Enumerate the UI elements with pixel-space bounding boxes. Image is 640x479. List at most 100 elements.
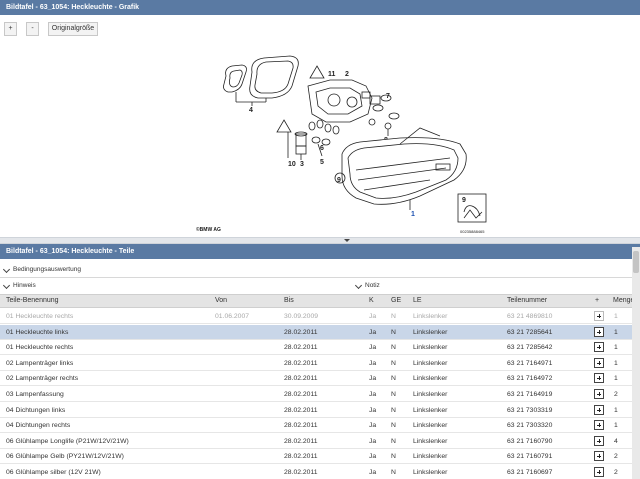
divider bbox=[0, 277, 632, 278]
note-section[interactable]: Notiz bbox=[352, 280, 632, 293]
callout-3[interactable]: 3 bbox=[300, 161, 304, 168]
parts-scrollbar-thumb[interactable] bbox=[633, 251, 639, 273]
col-add[interactable]: + bbox=[595, 297, 599, 304]
cell-ge: N bbox=[391, 406, 396, 414]
col-k[interactable]: K bbox=[369, 297, 374, 304]
add-to-cart-icon[interactable] bbox=[594, 435, 604, 446]
cell-to: 28.02.2011 bbox=[284, 422, 318, 430]
cell-to: 28.02.2011 bbox=[284, 328, 318, 336]
cell-part-number: 63 21 4869810 bbox=[507, 313, 553, 320]
chevron-down-icon[interactable] bbox=[2, 281, 11, 290]
add-to-cart-icon[interactable] bbox=[594, 451, 604, 462]
parts-table-header: Teile-Benennung Von Bis K GE LE Teilenum… bbox=[0, 294, 640, 308]
callout-5[interactable]: 5 bbox=[320, 159, 324, 166]
tail-light-exploded-diagram: 4 11 2 7 10 3 5 6 1 9 9 00235888465 ©BMW… bbox=[196, 55, 487, 234]
table-row[interactable]: 04 Dichtungen links 28.02.2011 Ja N Linkslen… bbox=[0, 403, 640, 418]
cell-ge: N bbox=[391, 313, 396, 320]
callout-2[interactable]: 2 bbox=[345, 71, 349, 78]
table-row[interactable]: 06 Glühlampe Gelb (PY21W/12V/21W) 28.02.2… bbox=[0, 449, 640, 465]
callout-9[interactable]: 9 bbox=[337, 177, 341, 184]
table-row[interactable]: 03 Lampenfassung 28.02.2011 Ja N Linkslenker… bbox=[0, 387, 640, 402]
cell-ge: N bbox=[391, 359, 396, 367]
cell-part-name: 02 Lampenträger links bbox=[6, 359, 74, 367]
cell-ge: N bbox=[391, 328, 396, 336]
callout-11[interactable]: 11 bbox=[328, 71, 336, 78]
cell-quantity: 2 bbox=[614, 391, 618, 398]
callout-1[interactable]: 1 bbox=[411, 211, 415, 218]
add-to-cart-icon[interactable] bbox=[594, 404, 604, 415]
cell-to: 30.09.2009 bbox=[284, 313, 319, 320]
cell-to: 28.02.2011 bbox=[284, 453, 318, 461]
chevron-down-icon[interactable] bbox=[344, 239, 350, 242]
cell-k: Ja bbox=[369, 359, 377, 367]
cell-le: Linkslenker bbox=[413, 375, 448, 383]
parts-scrollbar[interactable] bbox=[632, 247, 640, 479]
cell-part-number: 63 21 7164971 bbox=[507, 359, 553, 367]
cell-part-name: 04 Dichtungen links bbox=[6, 406, 66, 414]
col-part-number[interactable]: Teilenummer bbox=[507, 297, 547, 304]
table-row[interactable]: 01 Heckleuchte rechts 28.02.2011 Ja N Linksl… bbox=[0, 340, 640, 356]
gasket-part-4[interactable] bbox=[223, 55, 299, 99]
condition-section[interactable]: Bedingungsauswertung bbox=[0, 264, 640, 277]
panel-splitter[interactable] bbox=[0, 237, 640, 244]
table-row[interactable]: 06 Glühlampe Longlife (P21W/12V/21W) 28.0… bbox=[0, 434, 640, 449]
tail-light-housing-part-1[interactable] bbox=[341, 127, 467, 205]
col-to[interactable]: Bis bbox=[284, 297, 294, 304]
cell-part-name: 02 Lampenträger rechts bbox=[6, 375, 79, 383]
cell-from: 01.06.2007 bbox=[215, 313, 250, 320]
col-from[interactable]: Von bbox=[215, 297, 227, 304]
cell-ge: N bbox=[391, 422, 396, 430]
add-to-cart-icon[interactable] bbox=[594, 326, 604, 337]
cell-ge: N bbox=[391, 453, 396, 461]
table-row[interactable]: 02 Lampenträger rechts 28.02.2011 Ja N Links… bbox=[0, 371, 640, 387]
cell-quantity: 1 bbox=[614, 422, 618, 430]
bulb-part-6[interactable] bbox=[308, 119, 340, 146]
cell-le: Linkslenker bbox=[413, 469, 448, 476]
add-to-cart-icon[interactable] bbox=[594, 373, 604, 384]
socket-part-3[interactable] bbox=[294, 131, 308, 158]
add-to-cart-icon[interactable] bbox=[594, 389, 604, 399]
cell-k: Ja bbox=[369, 422, 377, 430]
add-to-cart-icon[interactable] bbox=[594, 357, 604, 368]
cell-ge: N bbox=[391, 469, 396, 476]
cell-to: 28.02.2011 bbox=[284, 437, 318, 445]
cell-quantity: 1 bbox=[614, 406, 618, 414]
table-row[interactable]: 01 Heckleuchte links 28.02.2011 Ja N Linksle… bbox=[0, 324, 640, 340]
lamp-carrier-part-2[interactable] bbox=[307, 79, 381, 123]
col-ge[interactable]: GE bbox=[391, 297, 401, 304]
cell-le: Linkslenker bbox=[413, 422, 448, 430]
add-to-cart-icon[interactable] bbox=[594, 420, 604, 431]
cell-to: 28.02.2011 bbox=[284, 469, 318, 476]
zoom-out-button[interactable]: - bbox=[26, 22, 39, 36]
zoom-in-button[interactable]: + bbox=[4, 22, 17, 36]
cell-quantity: 1 bbox=[614, 375, 618, 383]
add-to-cart-icon[interactable] bbox=[594, 342, 604, 353]
cell-part-number: 63 21 7303320 bbox=[507, 422, 553, 430]
cell-part-number: 63 21 7160697 bbox=[507, 469, 553, 476]
chevron-down-icon[interactable] bbox=[2, 265, 11, 274]
col-part-name[interactable]: Teile-Benennung bbox=[6, 297, 59, 304]
callout-4[interactable]: 4 bbox=[249, 107, 253, 114]
table-row[interactable]: 01 Heckleuchte rechts 01.06.2007 30.09.200… bbox=[0, 309, 640, 324]
col-le[interactable]: LE bbox=[413, 297, 422, 304]
bulbs-group[interactable] bbox=[368, 94, 400, 126]
hint-section[interactable]: Hinweis bbox=[0, 280, 300, 293]
table-row[interactable]: 06 Glühlampe silber (12V 21W) 28.02.2011 J… bbox=[0, 465, 640, 479]
chevron-down-icon[interactable] bbox=[354, 281, 363, 290]
condition-section-label: Bedingungsauswertung bbox=[13, 266, 81, 273]
cell-k: Ja bbox=[369, 406, 377, 414]
exploded-view-graphic[interactable]: 4 11 2 7 10 3 5 6 1 9 9 00235888465 ©BMW… bbox=[0, 40, 640, 236]
callout-7[interactable]: 7 bbox=[386, 93, 390, 100]
cell-le: Linkslenker bbox=[413, 406, 448, 414]
callout-10[interactable]: 10 bbox=[288, 161, 296, 168]
cell-le: Linkslenker bbox=[413, 437, 448, 445]
screw-part-8[interactable] bbox=[384, 122, 392, 136]
add-to-cart-icon[interactable] bbox=[594, 311, 604, 321]
table-row[interactable]: 02 Lampenträger links 28.02.2011 Ja N Linksl… bbox=[0, 356, 640, 371]
table-row[interactable]: 04 Dichtungen rechts 28.02.2011 Ja N Linksle… bbox=[0, 418, 640, 434]
add-to-cart-icon[interactable] bbox=[594, 467, 604, 477]
cell-k: Ja bbox=[369, 328, 377, 336]
original-size-button[interactable]: Originalgröße bbox=[48, 22, 98, 36]
cell-to: 28.02.2011 bbox=[284, 406, 318, 414]
cell-le: Linkslenker bbox=[413, 344, 448, 352]
